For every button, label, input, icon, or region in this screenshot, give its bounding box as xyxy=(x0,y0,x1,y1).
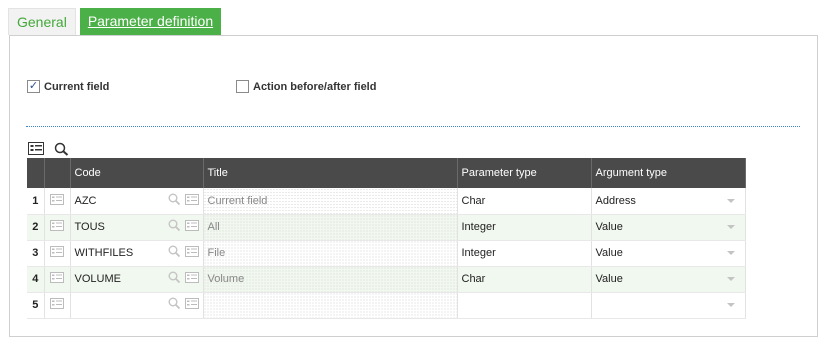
chevron-down-icon[interactable] xyxy=(726,251,735,255)
argument-type-cell[interactable]: Value xyxy=(591,266,746,293)
chevron-down-icon[interactable] xyxy=(726,303,735,307)
current-field-checkbox[interactable]: ✓ xyxy=(27,80,40,93)
argument-type-cell[interactable]: Value xyxy=(591,240,746,267)
code-cell[interactable] xyxy=(70,292,204,319)
tab-parameter-definition[interactable]: Parameter definition xyxy=(79,8,222,35)
code-cell[interactable]: VOLUME xyxy=(70,266,204,293)
title-cell: Volume xyxy=(203,266,458,293)
row-detail-icon[interactable] xyxy=(44,292,71,319)
row-detail-icon[interactable] xyxy=(44,240,71,267)
row-detail-icon[interactable] xyxy=(44,214,71,241)
grid-header-row: Code Title Parameter type Argument type xyxy=(27,158,746,188)
argument-type-cell[interactable]: Value xyxy=(591,214,746,241)
title-cell: Current field xyxy=(203,188,458,215)
header-icon xyxy=(44,158,71,188)
title-cell: All xyxy=(203,214,458,241)
argument-type-value: Value xyxy=(595,273,623,285)
header-title[interactable]: Title xyxy=(203,158,458,188)
argument-type-value: Address xyxy=(595,194,636,207)
row-number: 4 xyxy=(27,266,45,293)
code-cell[interactable]: AZC xyxy=(70,188,204,215)
chevron-down-icon[interactable] xyxy=(726,225,735,229)
title-cell xyxy=(203,292,458,319)
argument-type-cell[interactable]: Address xyxy=(591,188,746,215)
search-icon[interactable] xyxy=(168,297,181,313)
table-row[interactable]: 4 VOLUME Volume Char Value xyxy=(27,266,746,293)
search-icon[interactable] xyxy=(168,193,181,209)
row-detail-icon[interactable] xyxy=(44,266,71,293)
header-parameter-type[interactable]: Parameter type xyxy=(457,158,592,188)
header-argument-type[interactable]: Argument type xyxy=(591,158,746,188)
action-before-after-checkbox[interactable] xyxy=(236,80,249,93)
row-detail-icon[interactable] xyxy=(44,188,71,215)
argument-type-cell[interactable] xyxy=(591,292,746,319)
chevron-down-icon[interactable] xyxy=(726,277,735,281)
section-divider xyxy=(26,126,800,127)
parameter-type-cell[interactable]: Char xyxy=(457,266,592,293)
table-row[interactable]: 2 TOUS All Integer Value xyxy=(27,214,746,241)
parameter-grid: Code Title Parameter type Argument type … xyxy=(27,158,746,319)
current-field-checkbox-row[interactable]: ✓ Current field xyxy=(27,80,109,93)
detail-icon[interactable] xyxy=(184,220,199,234)
current-field-label: Current field xyxy=(44,80,110,93)
row-number: 2 xyxy=(27,214,45,241)
argument-type-value: Value xyxy=(595,247,623,259)
parameter-panel: ✓ Current field Action before/after fiel… xyxy=(9,35,818,337)
detail-icon[interactable] xyxy=(184,246,199,260)
code-value: WITHFILES xyxy=(74,247,134,259)
header-code[interactable]: Code xyxy=(70,158,204,188)
chevron-down-icon[interactable] xyxy=(726,198,735,203)
detail-icon[interactable] xyxy=(184,272,199,286)
row-number: 1 xyxy=(27,188,45,215)
table-row[interactable]: 1 AZC Current field Char Address xyxy=(27,188,746,215)
parameter-type-cell[interactable]: Integer xyxy=(457,240,592,267)
search-icon[interactable] xyxy=(168,219,181,235)
tab-bar: General Parameter definition xyxy=(8,8,225,35)
table-row[interactable]: 5 xyxy=(27,292,746,319)
detail-icon[interactable] xyxy=(184,298,199,312)
search-icon[interactable] xyxy=(168,271,181,287)
code-value: TOUS xyxy=(74,221,105,233)
code-cell[interactable]: TOUS xyxy=(70,214,204,241)
detail-icon[interactable] xyxy=(184,193,199,208)
row-number: 3 xyxy=(27,240,45,267)
title-cell: File xyxy=(203,240,458,267)
table-row[interactable]: 3 WITHFILES File Integer Value xyxy=(27,240,746,267)
row-number: 5 xyxy=(27,292,45,319)
tab-general[interactable]: General xyxy=(8,8,76,35)
code-value: VOLUME xyxy=(74,273,121,285)
code-value: AZC xyxy=(74,194,97,207)
action-before-after-checkbox-row[interactable]: Action before/after field xyxy=(236,80,376,93)
search-icon[interactable] xyxy=(54,142,70,156)
list-icon[interactable] xyxy=(28,142,44,156)
parameter-type-cell[interactable]: Integer xyxy=(457,214,592,241)
parameter-type-cell[interactable]: Char xyxy=(457,188,592,215)
argument-type-value: Value xyxy=(595,221,623,233)
grid-toolbar xyxy=(28,142,70,156)
parameter-type-cell[interactable] xyxy=(457,292,592,319)
search-icon[interactable] xyxy=(168,245,181,261)
code-cell[interactable]: WITHFILES xyxy=(70,240,204,267)
action-before-after-label: Action before/after field xyxy=(253,80,377,93)
header-rownum xyxy=(27,158,45,188)
